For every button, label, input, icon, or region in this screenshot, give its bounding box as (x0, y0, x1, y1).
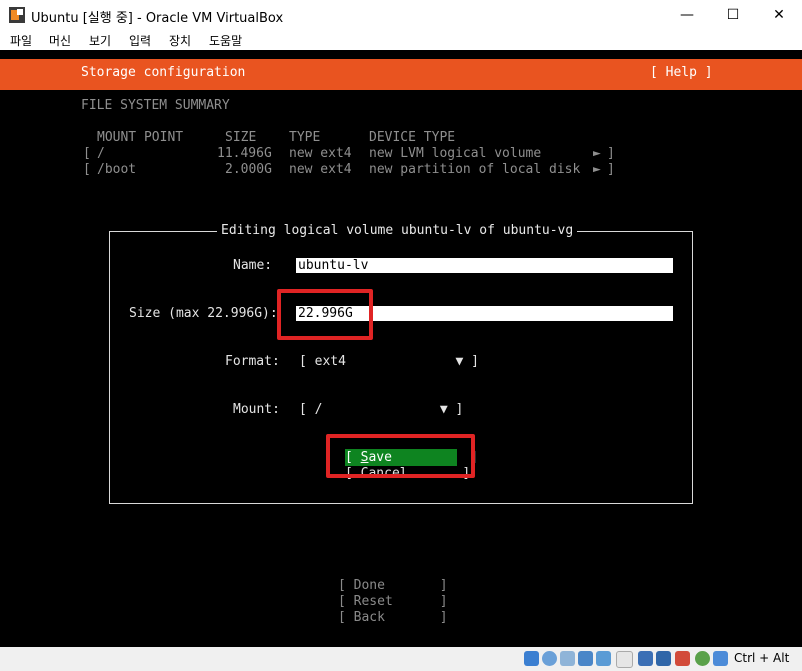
display-icon[interactable] (638, 651, 653, 666)
help-button[interactable]: [ Help ] (650, 65, 713, 80)
close-button[interactable]: ✕ (756, 0, 802, 30)
row-mount: /boot (97, 162, 137, 177)
summary-heading: FILE SYSTEM SUMMARY (81, 98, 230, 113)
page-title: Storage configuration (81, 65, 246, 80)
maximize-button[interactable]: ☐ (710, 0, 756, 30)
row-open-bracket: [ (83, 146, 91, 161)
done-button[interactable]: [ Done ] (338, 578, 448, 593)
menu-item-view[interactable]: 보기 (89, 32, 111, 49)
row-type: new ext4 (289, 162, 352, 177)
mount-select[interactable]: [ / ▼ ] (299, 402, 463, 417)
virtualbox-app-icon (9, 7, 25, 23)
format-label: Format: (225, 354, 280, 369)
row-close-bracket: ] (607, 162, 615, 177)
column-header-mount: MOUNT POINT (97, 130, 184, 145)
menu-item-devices[interactable]: 장치 (169, 32, 191, 49)
row-size: 2.000G (225, 162, 272, 177)
reset-button[interactable]: [ Reset ] (338, 594, 448, 609)
hard-disk-icon[interactable] (524, 651, 539, 666)
size-highlight-box (277, 289, 373, 340)
name-label: Name: (233, 258, 273, 273)
menu-item-file[interactable]: 파일 (10, 32, 32, 49)
guest-additions-icon[interactable] (695, 651, 710, 666)
status-bar: Ctrl + Alt (0, 647, 802, 671)
column-header-type: TYPE (289, 130, 321, 145)
vm-screen[interactable]: Storage configuration [ Help ] FILE SYST… (0, 50, 802, 647)
mount-label: Mount: (233, 402, 280, 417)
row-size: 11.496G (217, 146, 272, 161)
host-key-label: Ctrl + Alt (734, 651, 790, 665)
menu-item-help[interactable]: 도움말 (209, 32, 242, 49)
row-arrow-icon: ► (593, 162, 601, 177)
mouse-integration-icon[interactable] (713, 651, 728, 666)
format-select[interactable]: [ ext4 ▼ ] (299, 354, 479, 369)
column-header-device-type: DEVICE TYPE (369, 130, 456, 145)
back-button[interactable]: [ Back ] (338, 610, 448, 625)
row-close-bracket: ] (607, 146, 615, 161)
usb-icon[interactable] (596, 651, 611, 666)
menu-item-machine[interactable]: 머신 (49, 32, 71, 49)
menu-bar: 파일 머신 보기 입력 장치 도움말 (0, 30, 802, 50)
installer-header: Storage configuration [ Help ] (0, 59, 802, 90)
row-mount: / (97, 146, 105, 161)
row-device: new LVM logical volume (369, 146, 542, 161)
window-title: Ubuntu [실행 중] - Oracle VM VirtualBox (31, 11, 284, 26)
audio-icon[interactable] (560, 651, 575, 666)
title-bar: Ubuntu [실행 중] - Oracle VM VirtualBox — ☐… (0, 0, 802, 30)
row-device: new partition of local disk (369, 162, 581, 177)
save-highlight-box (326, 434, 475, 478)
recording-icon[interactable] (675, 651, 690, 666)
video-capture-icon[interactable] (656, 651, 671, 666)
row-arrow-icon: ► (593, 146, 601, 161)
column-header-size: SIZE (225, 130, 257, 145)
optical-drive-icon[interactable] (542, 651, 557, 666)
menu-item-input[interactable]: 입력 (129, 32, 151, 49)
network-icon[interactable] (578, 651, 593, 666)
row-type: new ext4 (289, 146, 352, 161)
row-open-bracket: [ (83, 162, 91, 177)
dialog-title: Editing logical volume ubuntu-lv of ubun… (217, 223, 578, 238)
size-label: Size (max 22.996G): (129, 306, 278, 321)
shared-folder-icon[interactable] (616, 651, 633, 668)
minimize-button[interactable]: — (664, 0, 710, 30)
name-field[interactable]: ubuntu-lv (296, 258, 673, 273)
